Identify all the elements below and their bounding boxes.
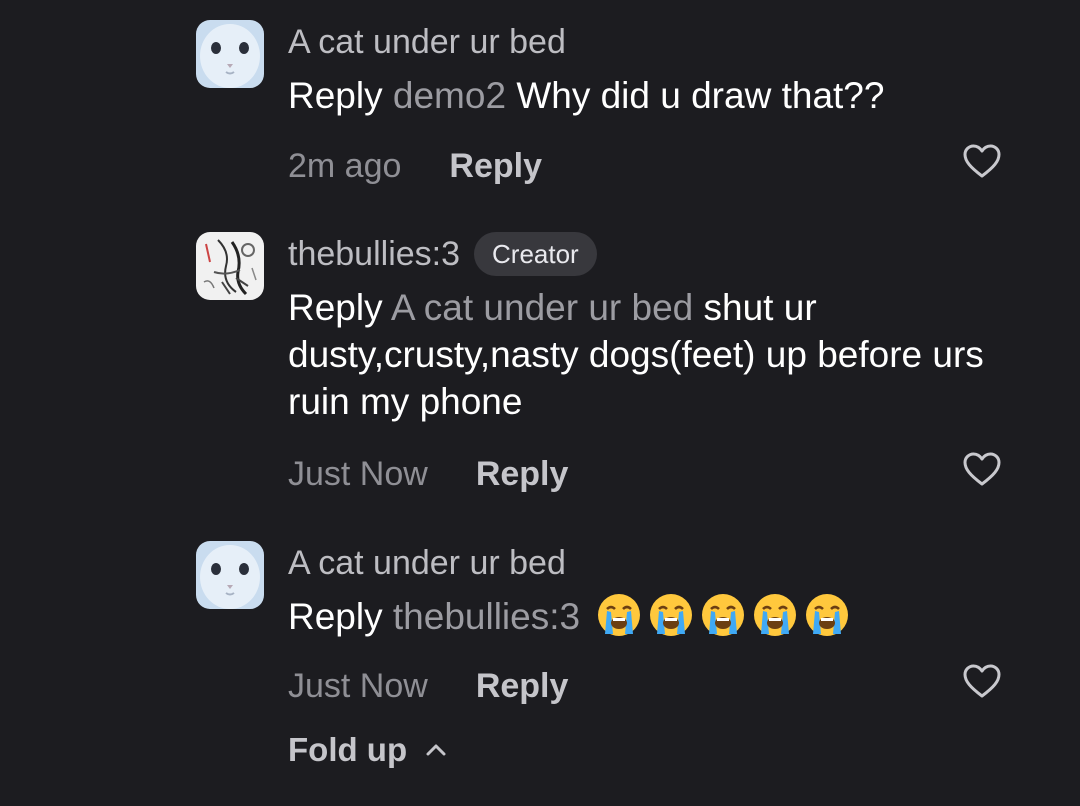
reply-prefix: Reply (288, 287, 383, 328)
comment-thread: A cat under ur bed Reply demo2 Why did u… (0, 0, 1080, 806)
reply-button[interactable]: Reply (476, 667, 569, 706)
crying-face-icon (702, 594, 745, 637)
username-row: A cat under ur bed (288, 541, 988, 585)
fold-up-button[interactable]: Fold up (288, 728, 447, 772)
comment-content: A cat under ur bed Reply thebullies:3 (288, 541, 988, 642)
crying-face-icon (806, 594, 849, 637)
username[interactable]: thebullies:3 (288, 232, 460, 276)
mention[interactable]: demo2 (393, 75, 506, 116)
comment-content: A cat under ur bed Reply demo2 Why did u… (288, 20, 988, 119)
crying-face-icon (650, 594, 693, 637)
comment-meta: Just Now Reply (288, 664, 568, 708)
comment-text: Reply A cat under ur bed shut ur dusty,c… (288, 284, 988, 425)
username-row: thebullies:3 Creator (288, 232, 988, 276)
timestamp: 2m ago (288, 146, 402, 185)
username[interactable]: A cat under ur bed (288, 541, 566, 585)
username-row: A cat under ur bed (288, 20, 988, 64)
comment-meta: Just Now Reply (288, 452, 568, 496)
heart-icon[interactable] (962, 142, 1002, 182)
timestamp: Just Now (288, 454, 428, 493)
sketch-drawing-avatar-icon (196, 232, 264, 300)
comment-meta: 2m ago Reply (288, 144, 542, 188)
username[interactable]: A cat under ur bed (288, 20, 566, 64)
comment-content: thebullies:3 Creator Reply A cat under u… (288, 232, 988, 425)
crying-face-icon (754, 594, 797, 637)
creator-badge: Creator (474, 232, 597, 276)
reply-button[interactable]: Reply (449, 147, 542, 186)
cat-face-avatar-icon (196, 20, 264, 88)
avatar[interactable] (196, 541, 264, 609)
crying-emoji-row (596, 592, 856, 638)
crying-face-icon (598, 594, 641, 637)
chevron-up-icon (426, 744, 446, 756)
heart-icon[interactable] (962, 662, 1002, 702)
mention[interactable]: A cat under ur bed (391, 287, 693, 328)
cat-face-avatar-icon (196, 541, 264, 609)
mention[interactable]: thebullies:3 (393, 596, 580, 637)
heart-icon[interactable] (962, 450, 1002, 490)
comment-text: Reply demo2 Why did u draw that?? (288, 72, 988, 119)
avatar[interactable] (196, 232, 264, 300)
reply-prefix: Reply (288, 596, 383, 637)
reply-prefix: Reply (288, 75, 383, 116)
comment-body: Why did u draw that?? (516, 75, 885, 116)
reply-button[interactable]: Reply (476, 455, 569, 494)
avatar[interactable] (196, 20, 264, 88)
comment-text: Reply thebullies:3 (288, 593, 988, 642)
fold-up-label: Fold up (288, 731, 408, 768)
timestamp: Just Now (288, 666, 428, 705)
